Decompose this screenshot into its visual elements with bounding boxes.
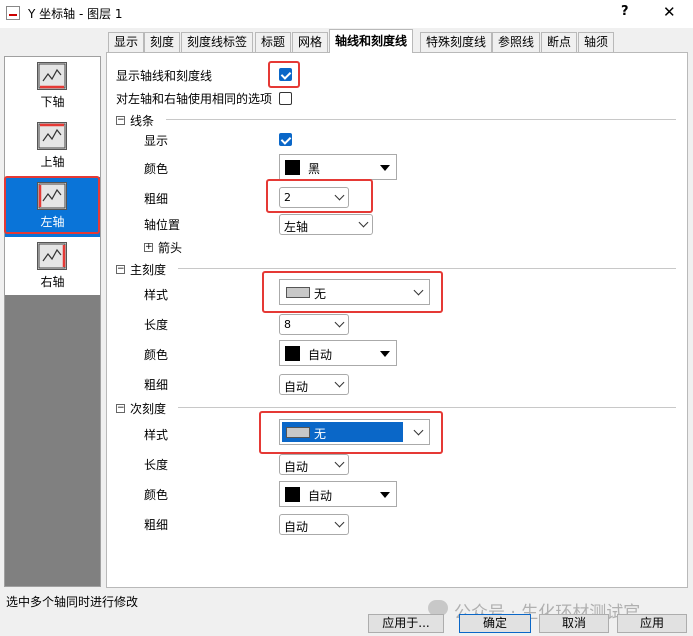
- major-length-value: 8: [284, 318, 291, 331]
- divider: [166, 119, 676, 120]
- tab-display[interactable]: 显示: [108, 32, 145, 52]
- major-style-label: 样式: [144, 288, 169, 302]
- highlight-left-axis: [4, 176, 100, 234]
- major-section-header: 主刻度: [130, 263, 167, 277]
- divider: [178, 407, 676, 408]
- same-options-label: 对左轴和右轴使用相同的选项: [116, 92, 273, 106]
- same-options-checkbox[interactable]: [279, 92, 292, 105]
- axis-list[interactable]: 下轴 上轴 左轴 右轴: [4, 56, 101, 587]
- tab-scale[interactable]: 刻度: [144, 32, 181, 52]
- highlight-show-checkbox: [268, 61, 300, 88]
- axis-position-value: 左轴: [284, 220, 309, 234]
- line-show-checkbox[interactable]: [279, 133, 292, 146]
- tab-title[interactable]: 标题: [255, 32, 292, 52]
- major-thickness-value: 自动: [284, 380, 309, 394]
- major-thickness-combo[interactable]: 自动: [279, 374, 349, 395]
- title-bar: Y 坐标轴 - 图层 1 ? ✕: [0, 0, 693, 28]
- axis-item-top[interactable]: 上轴: [5, 117, 100, 177]
- axis-item-label: 上轴: [40, 155, 65, 169]
- tab-panel: [106, 52, 688, 588]
- minor-color-dropdown[interactable]: 自动: [279, 481, 397, 507]
- chevron-down-icon: [334, 377, 345, 388]
- tab-grid[interactable]: 网格: [292, 32, 329, 52]
- axis-item-bottom[interactable]: 下轴: [5, 57, 100, 117]
- dropdown-arrow-icon: [380, 351, 390, 357]
- minor-section-header: 次刻度: [130, 402, 167, 416]
- minor-length-combo[interactable]: 自动: [279, 454, 349, 475]
- minor-length-value: 自动: [284, 460, 309, 474]
- chevron-down-icon: [334, 317, 345, 328]
- axis-position-label: 轴位置: [144, 218, 181, 232]
- window-title: Y 坐标轴 - 图层 1: [28, 7, 123, 21]
- cancel-button[interactable]: 取消: [539, 614, 609, 633]
- chevron-down-icon: [334, 517, 345, 528]
- apply-button[interactable]: 应用: [617, 614, 687, 633]
- tab-rug[interactable]: 轴须: [578, 32, 615, 52]
- apply-to-button[interactable]: 应用于...: [368, 614, 444, 633]
- arrow-label: 箭头: [158, 241, 183, 255]
- tab-breaks[interactable]: 断点: [541, 32, 578, 52]
- major-length-label: 长度: [144, 318, 169, 332]
- color-swatch: [285, 346, 300, 361]
- right-axis-icon: [37, 242, 67, 270]
- tab-axis-line-ticks[interactable]: 轴线和刻度线: [329, 29, 414, 53]
- show-axis-ticks-label: 显示轴线和刻度线: [116, 69, 213, 83]
- dropdown-arrow-icon: [380, 492, 390, 498]
- collapse-line-icon[interactable]: −: [116, 116, 125, 125]
- ok-button[interactable]: 确定: [459, 614, 531, 633]
- color-swatch: [285, 487, 300, 502]
- line-section-header: 线条: [130, 114, 155, 128]
- axis-position-combo[interactable]: 左轴: [279, 214, 373, 235]
- major-thickness-label: 粗细: [144, 378, 169, 392]
- top-axis-icon: [37, 122, 67, 150]
- minor-color-label: 颜色: [144, 488, 169, 502]
- tab-reference-lines[interactable]: 参照线: [492, 32, 541, 52]
- expand-arrow-icon[interactable]: +: [144, 243, 153, 252]
- major-color-label: 颜色: [144, 348, 169, 362]
- line-color-value: 黑: [308, 162, 321, 176]
- line-thickness-label: 粗细: [144, 192, 169, 206]
- minor-color-value: 自动: [308, 489, 333, 503]
- chevron-down-icon: [358, 217, 369, 228]
- minor-thickness-combo[interactable]: 自动: [279, 514, 349, 535]
- line-color-dropdown[interactable]: 黑: [279, 154, 397, 180]
- major-color-value: 自动: [308, 348, 333, 362]
- axis-item-right[interactable]: 右轴: [5, 237, 100, 297]
- highlight-minor-style: [259, 411, 443, 454]
- axis-item-label: 右轴: [40, 275, 65, 289]
- status-text: 选中多个轴同时进行修改: [6, 595, 139, 609]
- divider: [178, 268, 676, 269]
- close-icon[interactable]: ✕: [663, 3, 676, 21]
- minor-thickness-label: 粗细: [144, 518, 169, 532]
- line-show-label: 显示: [144, 134, 169, 148]
- minor-style-label: 样式: [144, 428, 169, 442]
- minor-thickness-value: 自动: [284, 520, 309, 534]
- axis-item-label: 下轴: [40, 95, 65, 109]
- tab-special-ticks[interactable]: 特殊刻度线: [420, 32, 493, 52]
- major-length-combo[interactable]: 8: [279, 314, 349, 335]
- dropdown-arrow-icon: [380, 165, 390, 171]
- color-swatch: [285, 160, 300, 175]
- bottom-axis-icon: [37, 62, 67, 90]
- app-icon: [6, 6, 20, 20]
- minor-length-label: 长度: [144, 458, 169, 472]
- help-button[interactable]: ?: [621, 4, 629, 19]
- highlight-thickness: [266, 179, 373, 213]
- major-color-dropdown[interactable]: 自动: [279, 340, 397, 366]
- collapse-major-icon[interactable]: −: [116, 265, 125, 274]
- tab-tick-labels[interactable]: 刻度线标签: [181, 32, 254, 52]
- line-color-label: 颜色: [144, 162, 169, 176]
- highlight-major-style: [262, 271, 443, 313]
- collapse-minor-icon[interactable]: −: [116, 404, 125, 413]
- chevron-down-icon: [334, 457, 345, 468]
